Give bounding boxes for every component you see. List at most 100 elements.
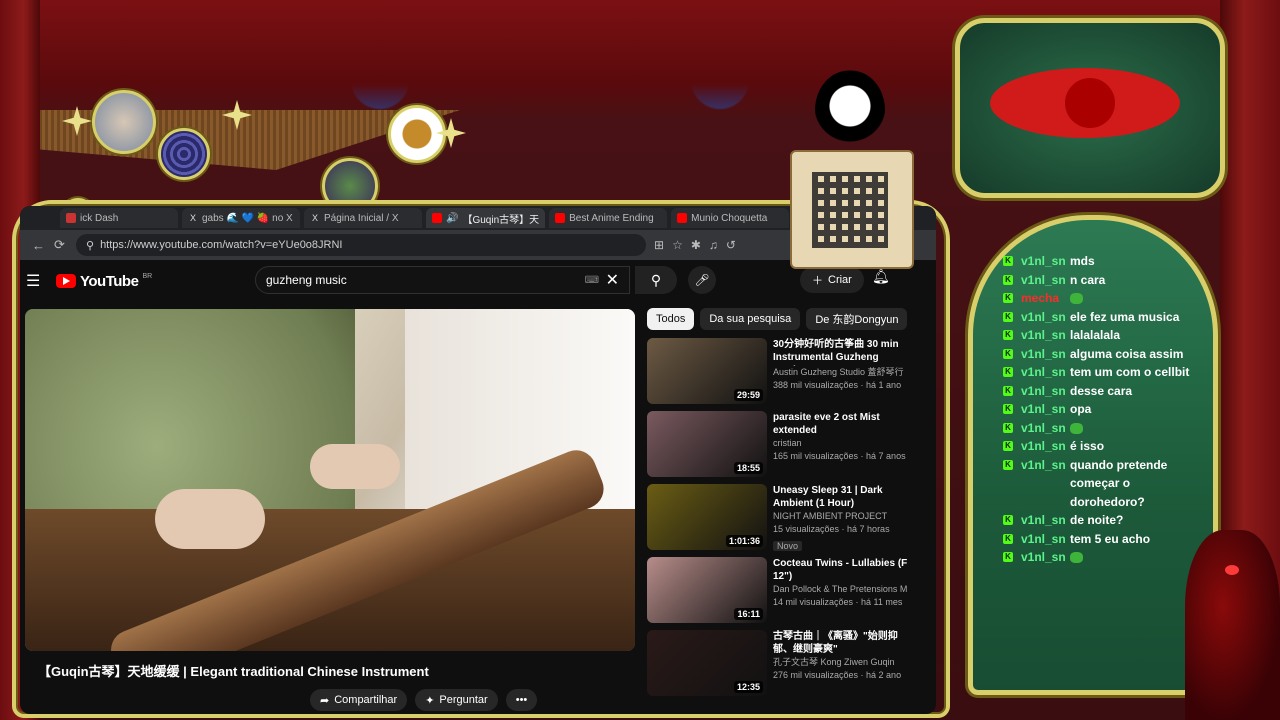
video-duration: 12:35 [733, 681, 763, 693]
chat-username[interactable]: v1nl_sn [1021, 326, 1070, 345]
chip-todos[interactable]: Todos [647, 308, 695, 330]
browser-tab[interactable]: ick Dash [60, 208, 178, 228]
chat-username[interactable]: v1nl_sn [1021, 530, 1070, 549]
avatar-pineapple [388, 105, 446, 163]
search-button[interactable]: ⚲ [635, 266, 677, 294]
emote-icon [1070, 422, 1083, 434]
video-thumbnail[interactable]: 16:11 [647, 557, 767, 623]
recommendation-item[interactable]: 1:01:36 Uneasy Sleep 31 | Dark Ambient (… [647, 484, 936, 557]
recommendation-meta: 14 mil visualizações · há 11 mes [773, 597, 903, 607]
chip-channel[interactable]: De 东韵Dongyun [806, 308, 908, 330]
keyboard-icon[interactable]: ⌨ [585, 275, 599, 286]
chat-username[interactable]: mecha [1021, 289, 1070, 308]
chat-username[interactable]: v1nl_sn [1021, 548, 1070, 567]
notifications-bell-icon[interactable]: 🔔︎ [872, 268, 890, 285]
kick-badge-icon: K [1003, 293, 1013, 303]
youtube-favicon-icon [555, 213, 566, 223]
video-player[interactable] [25, 309, 635, 651]
video-duration: 18:55 [733, 462, 763, 474]
chat-text: tem 5 eu acho [1070, 531, 1151, 546]
chat-username[interactable]: v1nl_sn [1021, 437, 1070, 456]
share-button[interactable]: ➦ Compartilhar [310, 689, 408, 711]
recommendation-title[interactable]: Cocteau Twins - Lullabies (F 12") [773, 557, 908, 583]
recommendation-channel[interactable]: Dan Pollock & The Pretensions M [773, 583, 908, 596]
x-logo-icon: X [311, 213, 318, 223]
youtube-logo[interactable]: YouTube BR [56, 273, 152, 290]
more-icon: ••• [515, 694, 528, 706]
ask-button[interactable]: ✦ Perguntar [415, 689, 498, 711]
browser-tab[interactable]: Best Anime Ending [549, 208, 668, 228]
kick-badge-icon: K [1003, 441, 1013, 451]
back-icon[interactable]: ← [32, 238, 46, 253]
sparkle-icon: ✦ [425, 694, 435, 707]
video-thumbnail[interactable]: 12:35 [647, 630, 767, 696]
kick-badge-icon: K [1003, 385, 1013, 396]
chat-username[interactable]: v1nl_sn [1021, 345, 1070, 364]
recommendation-title[interactable]: 30分钟好听的古筝曲 30 min Instrumental Guzheng M… [773, 338, 908, 366]
emote-icon [1070, 552, 1083, 564]
install-icon[interactable]: ⊞ [654, 238, 664, 252]
chat-username[interactable]: v1nl_sn [1021, 456, 1070, 512]
recommendation-item[interactable]: 18:55 parasite eve 2 ost Mist extended c… [647, 411, 936, 484]
video-duration: 16:11 [734, 608, 763, 620]
x-logo-icon: X [189, 213, 196, 223]
demon-mascot [1185, 530, 1280, 720]
recommendation-info: Cocteau Twins - Lullabies (F 12") Dan Po… [773, 557, 908, 630]
chat-username[interactable]: v1nl_sn [1021, 511, 1070, 530]
recommendation-channel[interactable]: Austin Guzheng Studio 蓋舒琴行 [773, 366, 908, 379]
recommendation-title[interactable]: 古琴古曲｜《离骚》"始则抑 郁、继则豪爽" [773, 630, 908, 656]
kick-badge-icon: K [1003, 404, 1013, 414]
chat-username[interactable]: v1nl_sn [1021, 271, 1070, 290]
search-input[interactable]: guzheng music ⌨ ✕ [255, 266, 630, 294]
media-icon[interactable]: ♫ [709, 238, 718, 252]
browser-window: ick Dash Xgabs 🌊 💙 🍓 no X X Página Inicia… [20, 206, 936, 714]
recommendation-channel[interactable]: 孔子文古琴 Kong Ziwen Guqin [773, 656, 908, 669]
chat-text: alguma coisa assim [1070, 346, 1184, 361]
video-thumbnail[interactable]: 29:59 [647, 338, 767, 404]
chat-message: K v1nl_sn [1003, 419, 1203, 438]
chat-username[interactable]: v1nl_sn [1021, 308, 1070, 327]
create-button[interactable]: ＋ Criar [800, 267, 864, 293]
browser-tab-active[interactable]: 🔊 【Guqin古琴】天 [426, 208, 546, 228]
video-thumbnail[interactable]: 18:55 [647, 411, 767, 477]
chat-message: K mecha [1003, 289, 1203, 308]
red-eye-art [990, 68, 1180, 138]
kick-badge-icon: K [1003, 515, 1013, 525]
speaker-icon: 🔊 [446, 212, 459, 224]
browser-tab[interactable]: Munio Choquetta [671, 208, 790, 228]
avatar-spiral [158, 128, 210, 180]
site-info-icon[interactable]: ⚲ [86, 239, 94, 252]
recommendation-item[interactable]: 29:59 30分钟好听的古筝曲 30 min Instrumental Guz… [647, 338, 936, 411]
browser-tab[interactable]: X Página Inicial / X [304, 208, 422, 228]
chat-username[interactable]: v1nl_sn [1021, 419, 1070, 438]
extensions-icon[interactable]: ✱ [691, 238, 701, 252]
bookmark-star-icon[interactable]: ☆ [672, 238, 683, 252]
browser-tab[interactable]: Xgabs 🌊 💙 🍓 no X [182, 208, 300, 228]
recommendation-title[interactable]: Uneasy Sleep 31 | Dark Ambient (1 Hour) [773, 484, 908, 510]
chat-username[interactable]: v1nl_sn [1021, 382, 1070, 401]
voice-search-button[interactable]: 🎤︎ [688, 266, 716, 294]
address-bar[interactable]: ⚲ https://www.youtube.com/watch?v=eYUe0o… [76, 234, 646, 256]
chat-username[interactable]: v1nl_sn [1021, 252, 1070, 271]
recommendation-item[interactable]: 12:35 古琴古曲｜《离骚》"始则抑 郁、继则豪爽" 孔子文古琴 Kong Z… [647, 630, 936, 703]
video-thumbnail[interactable]: 1:01:36 [647, 484, 767, 550]
chat-text: é isso [1070, 439, 1105, 453]
recommendation-item[interactable]: 16:11 Cocteau Twins - Lullabies (F 12") … [647, 557, 936, 630]
history-icon[interactable]: ↺ [726, 238, 736, 252]
chat-text: tem um com o cellbit [1070, 365, 1190, 379]
chat-message: K v1nl_sn [1003, 548, 1203, 567]
reload-icon[interactable]: ⟳ [54, 237, 68, 253]
chat-text [1070, 548, 1203, 567]
clear-search-icon[interactable]: ✕ [606, 270, 619, 290]
recommendation-channel[interactable]: cristian [773, 437, 908, 450]
more-actions-button[interactable]: ••• [505, 689, 538, 711]
search-icon: ⚲ [650, 271, 662, 288]
youtube-favicon-icon [677, 213, 688, 223]
chat-username[interactable]: v1nl_sn [1021, 400, 1070, 419]
qr-code [812, 172, 888, 248]
recommendation-channel[interactable]: NIGHT AMBIENT PROJECT [773, 510, 908, 523]
menu-icon[interactable]: ☰ [26, 271, 50, 291]
chip-da-sua-pesquisa[interactable]: Da sua pesquisa [700, 308, 801, 330]
recommendation-title[interactable]: parasite eve 2 ost Mist extended [773, 411, 908, 437]
chat-username[interactable]: v1nl_sn [1021, 363, 1070, 382]
